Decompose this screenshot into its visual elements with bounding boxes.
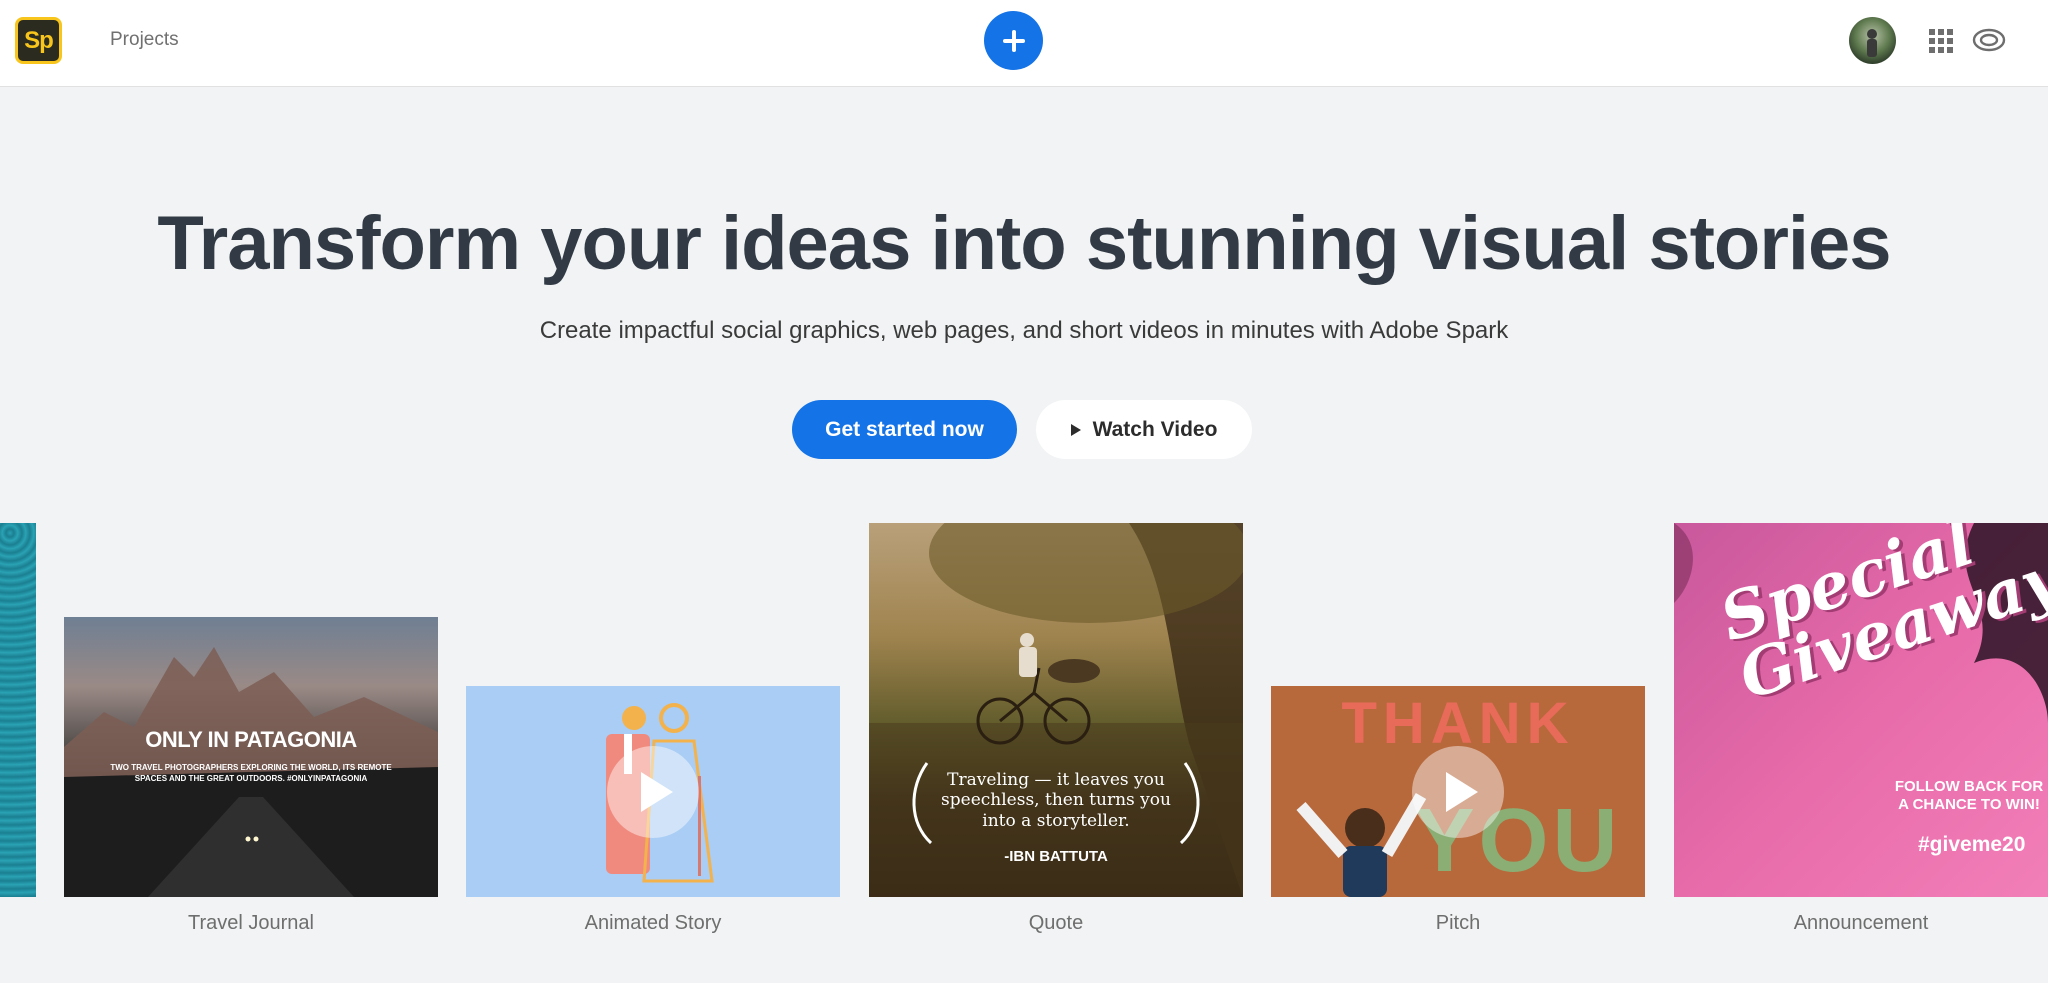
card-label-announcement[interactable]: Announcement: [1674, 912, 2048, 935]
user-avatar[interactable]: [1849, 17, 1896, 64]
play-icon: [1070, 423, 1081, 436]
mountain-illustration: [64, 647, 438, 897]
create-project-button[interactable]: [984, 11, 1043, 70]
card-label-pitch[interactable]: Pitch: [1271, 912, 1645, 935]
card-label-animated-story[interactable]: Animated Story: [466, 912, 840, 935]
card-announcement[interactable]: Special Giveaway FOLLOW BACK FOR A CHANC…: [1674, 523, 2048, 897]
plus-icon: [1002, 29, 1025, 52]
hero-title: Transform your ideas into stunning visua…: [157, 201, 1891, 286]
card-label-quote[interactable]: Quote: [869, 912, 1243, 935]
play-icon[interactable]: [1412, 746, 1504, 838]
app-grid-icon[interactable]: [1929, 29, 1953, 53]
nav-projects-link[interactable]: Projects: [110, 29, 179, 51]
card-subtitle: TWO TRAVEL PHOTOGRAPHERS EXPLORING THE W…: [110, 763, 392, 784]
announcement-follow-text: FOLLOW BACK FOR A CHANCE TO WIN!: [1894, 778, 2044, 813]
laurel-icon: [912, 762, 1200, 845]
watch-video-button[interactable]: Watch Video: [1036, 400, 1252, 459]
card-label-travel-journal[interactable]: Travel Journal: [64, 912, 438, 935]
card-travel-journal[interactable]: ONLY IN PATAGONIA TWO TRAVEL PHOTOGRAPHE…: [64, 617, 438, 897]
hero-subtitle: Create impactful social graphics, web pa…: [539, 317, 1509, 344]
card-pitch[interactable]: THANK YOU: [1271, 686, 1645, 897]
card-title: ONLY IN PATAGONIA: [145, 727, 357, 752]
announcement-hashtag: #giveme20: [1918, 833, 2026, 856]
top-bar: Sp Projects: [0, 0, 2048, 87]
card-partial-left[interactable]: [0, 523, 36, 897]
creative-cloud-icon[interactable]: [1972, 26, 2006, 54]
card-quote[interactable]: Traveling — it leaves you speechless, th…: [869, 523, 1243, 897]
play-icon[interactable]: [607, 746, 699, 838]
watch-video-label: Watch Video: [1092, 417, 1218, 441]
get-started-button[interactable]: Get started now: [792, 400, 1017, 459]
card-animated-story[interactable]: [466, 686, 840, 897]
spark-logo[interactable]: Sp: [15, 17, 62, 64]
logo-text: Sp: [24, 26, 54, 54]
avatar-image: [1849, 17, 1896, 64]
